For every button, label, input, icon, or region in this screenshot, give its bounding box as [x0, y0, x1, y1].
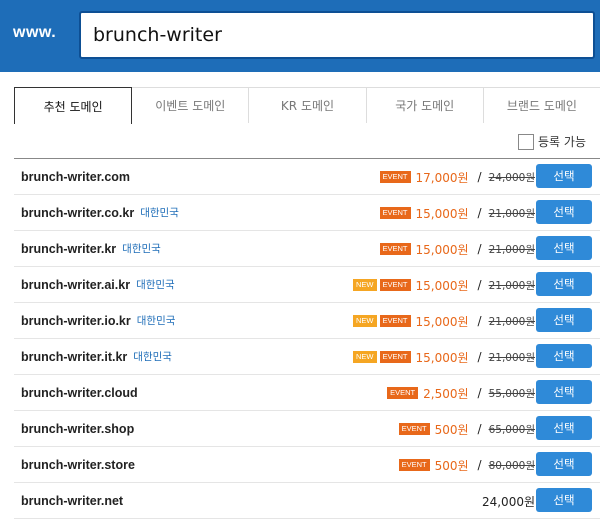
domain-name: brunch-writer.ai.kr: [21, 277, 131, 292]
price-separator: /: [477, 278, 482, 292]
domain-row: brunch-writer.store EVENT 500원 / 80,000원 선택: [14, 447, 600, 483]
sale-price: 2,500원: [423, 386, 469, 401]
sale-price: 15,000원: [415, 314, 469, 329]
original-price: 21,000원: [488, 243, 535, 256]
domain-row: brunch-writer.io.kr 대한민국 NEW EVENT 15,000원 / 2…: [14, 303, 600, 339]
original-price: 21,000원: [488, 315, 535, 328]
sale-price: 15,000원: [415, 278, 469, 293]
event-badge: EVENT: [387, 387, 419, 399]
available-filter[interactable]: 등록 가능: [518, 133, 586, 150]
new-badge: NEW: [353, 315, 377, 327]
select-button[interactable]: 선택: [536, 344, 592, 368]
new-badge: NEW: [353, 351, 377, 363]
event-badge: EVENT: [379, 171, 411, 183]
domain-row: brunch-writer.ai.kr 대한민국 NEW EVENT 15,000원 / 2…: [14, 267, 600, 303]
domain-name: brunch-writer.net: [21, 493, 124, 508]
price-group: NEW EVENT 15,000원 / 21,000원: [353, 339, 535, 375]
tab-kr[interactable]: KR 도메인: [249, 87, 367, 123]
price-group: NEW EVENT 15,000원 / 21,000원: [353, 267, 535, 303]
original-price: 21,000원: [488, 279, 535, 292]
domain-name: brunch-writer.co.kr: [21, 205, 135, 220]
domain-name: brunch-writer.shop: [21, 421, 135, 436]
sale-price: 15,000원: [415, 242, 469, 257]
sale-price: 500원: [434, 422, 469, 437]
select-button[interactable]: 선택: [536, 416, 592, 440]
event-badge: EVENT: [379, 207, 411, 219]
original-price: 65,000원: [488, 423, 535, 436]
new-badge: NEW: [353, 279, 377, 291]
region-label: 대한민국: [140, 207, 179, 219]
select-button[interactable]: 선택: [536, 380, 592, 404]
domain-result-list: brunch-writer.com EVENT 17,000원/24,000원 선택 b…: [14, 158, 600, 519]
event-badge: EVENT: [379, 243, 411, 255]
select-button[interactable]: 선택: [536, 164, 592, 188]
sale-price: 15,000원: [415, 206, 469, 221]
price-separator: /: [477, 386, 482, 400]
price-separator: /: [477, 350, 482, 364]
tab-country[interactable]: 국가 도메인: [366, 87, 484, 123]
domain-row: brunch-writer.cloud EVENT 2,500원 / 55,000원 선택: [14, 375, 600, 411]
price-separator: /: [477, 170, 482, 184]
domain-row: brunch-writer.co.kr 대한민국 EVENT 15,000원 / 21,0…: [14, 195, 600, 231]
sale-price: 15,000원: [415, 350, 469, 365]
price-separator: /: [477, 422, 482, 436]
sale-price: 17,000원: [415, 170, 469, 185]
select-button[interactable]: 선택: [536, 452, 592, 476]
top-search-bar: www.: [0, 0, 600, 72]
domain-name: brunch-writer.com: [21, 169, 131, 184]
tab-event[interactable]: 이벤트 도메인: [132, 87, 250, 123]
domain-name: brunch-writer.it.kr: [21, 349, 128, 364]
domain-name: brunch-writer.store: [21, 457, 135, 472]
tab-brand[interactable]: 브랜드 도메인: [483, 87, 600, 123]
select-button[interactable]: 선택: [536, 272, 592, 296]
select-button[interactable]: 선택: [536, 236, 592, 260]
event-badge: EVENT: [379, 315, 411, 327]
domain-row: brunch-writer.it.kr 대한민국 NEW EVENT 15,000원 / 2…: [14, 339, 600, 375]
original-price: 24,000원: [488, 171, 535, 184]
sale-price: 24,000원: [481, 494, 535, 509]
www-prefix: www.: [13, 24, 57, 41]
event-badge: EVENT: [379, 279, 411, 291]
event-badge: EVENT: [398, 459, 430, 471]
domain-name: brunch-writer.io.kr: [21, 313, 131, 328]
region-label: 대한민국: [136, 315, 176, 327]
domain-search-input[interactable]: [79, 11, 595, 59]
domain-row: brunch-writer.com EVENT 17,000원 / 24,000원 선택: [14, 159, 600, 195]
domain-name: brunch-writer.kr: [21, 241, 117, 256]
select-button[interactable]: 선택: [536, 308, 592, 332]
region-label: 대한민국: [122, 243, 161, 255]
price-group: EVENT 500원 / 65,000원: [398, 411, 535, 447]
price-group: EVENT 15,000원 / 21,000원: [379, 231, 535, 267]
domain-row: brunch-writer.shop EVENT 500원 / 65,000원 선택: [14, 411, 600, 447]
sale-price: 500원: [434, 458, 469, 473]
price-separator: /: [477, 242, 482, 256]
price-group: NEW EVENT 15,000원 / 21,000원: [353, 303, 535, 339]
price-group: EVENT 17,000원 / 24,000원: [379, 159, 535, 195]
event-badge: EVENT: [379, 351, 411, 363]
tab-recommended[interactable]: 추천 도메인: [14, 87, 133, 124]
price-group: EVENT 2,500원 / 55,000원: [387, 375, 535, 411]
available-checkbox[interactable]: [518, 133, 535, 150]
domain-category-tabs: 추천 도메인 이벤트 도메인 KR 도메인 국가 도메인 브랜드 도메인: [14, 87, 600, 124]
domain-row: brunch-writer.kr 대한민국 EVENT 15,000원 / 21,000원…: [14, 231, 600, 267]
original-price: 21,000원: [488, 207, 535, 220]
original-price: 55,000원: [488, 387, 535, 400]
domain-row: brunch-writer.net 24,000원 선택: [14, 483, 600, 519]
available-filter-label: 등록 가능: [538, 135, 586, 149]
region-label: 대한민국: [133, 351, 172, 363]
region-label: 대한민국: [136, 279, 175, 291]
original-price: 21,000원: [488, 351, 535, 364]
price-group: EVENT 500원 / 80,000원: [398, 447, 535, 483]
original-price: 80,000원: [488, 459, 535, 472]
select-button[interactable]: 선택: [536, 488, 592, 512]
event-badge: EVENT: [398, 423, 430, 435]
select-button[interactable]: 선택: [536, 200, 592, 224]
price-separator: /: [477, 206, 482, 220]
price-separator: /: [477, 314, 482, 328]
price-group: EVENT 15,000원 / 21,000원: [379, 195, 535, 231]
price-separator: /: [477, 458, 482, 472]
price-group: 24,000원: [480, 483, 535, 519]
domain-name: brunch-writer.cloud: [21, 385, 138, 400]
